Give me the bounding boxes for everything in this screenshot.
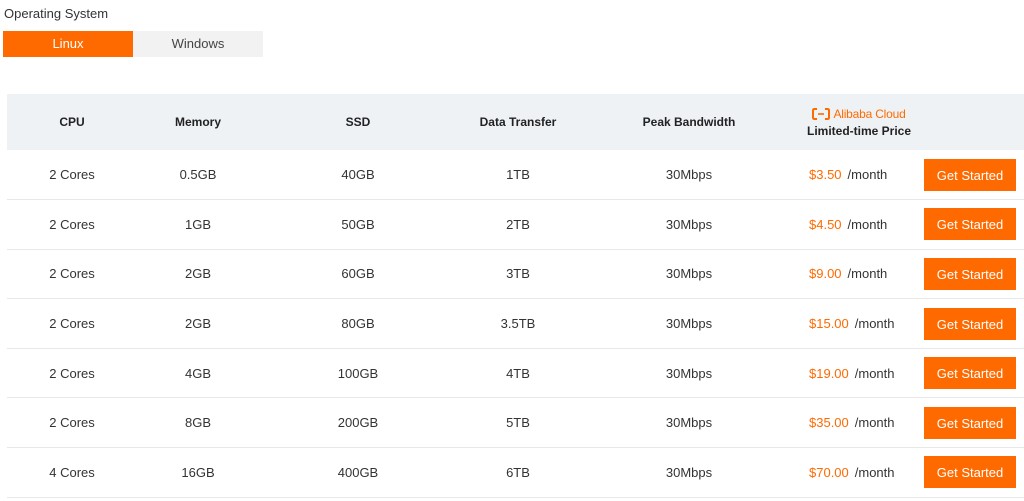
cell-cpu: 2 Cores <box>49 266 95 282</box>
get-started-button[interactable]: Get Started <box>924 208 1016 241</box>
cell-cpu: 2 Cores <box>49 216 95 232</box>
cell-action: Get Started <box>919 249 1024 299</box>
pricing-table: CPU Memory SSD Data Transfer Peak Bandwi… <box>7 94 1024 498</box>
cell-action: Get Started <box>919 200 1024 250</box>
cell-data-transfer: 2TB <box>506 216 530 232</box>
price-value: $9.00 <box>809 266 842 282</box>
cell-action: Get Started <box>919 348 1024 398</box>
cell-action: Get Started <box>919 448 1024 498</box>
alibaba-cloud-logo-icon <box>812 107 831 120</box>
cell-price: $70.00/month <box>799 448 919 498</box>
price-value: $70.00 <box>809 464 849 480</box>
get-started-button[interactable]: Get Started <box>924 257 1016 290</box>
price-value: $19.00 <box>809 365 849 381</box>
get-started-button[interactable]: Get Started <box>924 406 1016 439</box>
price-value: $15.00 <box>809 316 849 332</box>
price-period: /month <box>854 464 895 480</box>
price-value: $4.50 <box>809 216 842 232</box>
table-row: 2 Cores 8GB 200GB 5TB 30Mbps $35.00/mont… <box>7 398 1024 448</box>
cell-memory: 2GB <box>184 266 211 282</box>
cell-cpu: 2 Cores <box>49 316 95 332</box>
cell-memory: 16GB <box>181 464 215 480</box>
cell-action: Get Started <box>919 398 1024 448</box>
table-row: 4 Cores 16GB 400GB 6TB 30Mbps $70.00/mon… <box>7 448 1024 498</box>
cell-memory: 1GB <box>184 216 211 232</box>
table-row: 2 Cores 2GB 80GB 3.5TB 30Mbps $15.00/mon… <box>7 299 1024 349</box>
cell-price: $19.00/month <box>799 348 919 398</box>
cell-ssd: 60GB <box>341 266 375 282</box>
cell-data-transfer: 5TB <box>506 415 530 431</box>
cell-peak-bandwidth: 30Mbps <box>665 266 713 282</box>
cell-ssd: 40GB <box>341 167 375 183</box>
cell-memory: 4GB <box>184 365 211 381</box>
cell-price: $35.00/month <box>799 398 919 448</box>
brand-name: Alibaba Cloud <box>833 106 906 121</box>
header-ssd: SSD <box>345 115 371 129</box>
cell-memory: 8GB <box>184 415 211 431</box>
price-period: /month <box>854 316 895 332</box>
tab-linux[interactable]: Linux <box>3 31 133 57</box>
header-cpu: CPU <box>59 115 85 129</box>
price-value: $3.50 <box>809 167 842 183</box>
get-started-button[interactable]: Get Started <box>924 158 1016 191</box>
cell-ssd: 50GB <box>341 216 375 232</box>
cell-price: $3.50/month <box>799 150 919 200</box>
price-period: /month <box>854 365 895 381</box>
price-period: /month <box>847 266 888 282</box>
cell-action: Get Started <box>919 150 1024 200</box>
cell-cpu: 2 Cores <box>49 365 95 381</box>
header-data-transfer: Data Transfer <box>479 115 557 129</box>
get-started-button[interactable]: Get Started <box>924 456 1016 489</box>
cell-data-transfer: 6TB <box>506 464 530 480</box>
table-row: 2 Cores 4GB 100GB 4TB 30Mbps $19.00/mont… <box>7 348 1024 398</box>
cell-peak-bandwidth: 30Mbps <box>665 216 713 232</box>
price-period: /month <box>847 167 888 183</box>
table-row: 2 Cores 2GB 60GB 3TB 30Mbps $9.00/month … <box>7 249 1024 299</box>
cell-action: Get Started <box>919 299 1024 349</box>
get-started-button[interactable]: Get Started <box>924 307 1016 340</box>
cell-data-transfer: 1TB <box>506 167 530 183</box>
brand: Alibaba Cloud <box>799 107 919 121</box>
cell-data-transfer: 4TB <box>506 365 530 381</box>
price-value: $35.00 <box>809 415 849 431</box>
header-peak-bandwidth: Peak Bandwidth <box>642 115 736 129</box>
table-row: 2 Cores 1GB 50GB 2TB 30Mbps $4.50/month … <box>7 200 1024 250</box>
cell-peak-bandwidth: 30Mbps <box>665 167 713 183</box>
cell-price: $4.50/month <box>799 200 919 250</box>
cell-ssd: 400GB <box>337 464 379 480</box>
get-started-button[interactable]: Get Started <box>924 357 1016 390</box>
price-period: /month <box>847 216 888 232</box>
header-memory: Memory <box>174 115 221 129</box>
cell-peak-bandwidth: 30Mbps <box>665 464 713 480</box>
cell-peak-bandwidth: 30Mbps <box>665 415 713 431</box>
table-row: 2 Cores 0.5GB 40GB 1TB 30Mbps $3.50/mont… <box>7 150 1024 200</box>
cell-peak-bandwidth: 30Mbps <box>665 365 713 381</box>
cell-ssd: 80GB <box>341 316 375 332</box>
table-header-row: CPU Memory SSD Data Transfer Peak Bandwi… <box>7 94 1024 150</box>
cell-memory: 0.5GB <box>179 167 217 183</box>
header-price: Alibaba Cloud Limited-time Price <box>799 94 919 150</box>
cell-peak-bandwidth: 30Mbps <box>665 316 713 332</box>
os-label: Operating System <box>4 6 109 21</box>
header-limited-time-price: Limited-time Price <box>806 123 912 138</box>
cell-memory: 2GB <box>184 316 211 332</box>
cell-ssd: 200GB <box>337 415 379 431</box>
cell-cpu: 4 Cores <box>49 464 95 480</box>
cell-cpu: 2 Cores <box>49 415 95 431</box>
cell-cpu: 2 Cores <box>49 167 95 183</box>
price-period: /month <box>854 415 895 431</box>
cell-ssd: 100GB <box>337 365 379 381</box>
cell-price: $9.00/month <box>799 249 919 299</box>
cell-data-transfer: 3TB <box>506 266 530 282</box>
cell-price: $15.00/month <box>799 299 919 349</box>
os-tabs: Linux Windows <box>3 31 263 57</box>
header-action <box>919 94 1024 150</box>
cell-data-transfer: 3.5TB <box>500 316 536 332</box>
tab-windows[interactable]: Windows <box>133 31 263 57</box>
